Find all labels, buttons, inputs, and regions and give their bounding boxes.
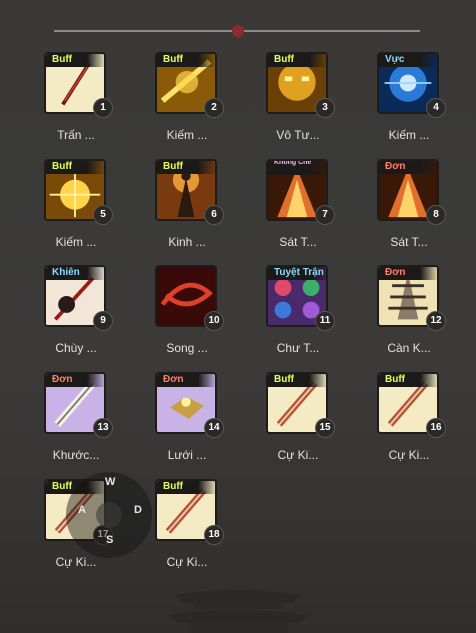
skill-number-badge: 2 bbox=[204, 98, 224, 118]
skill-slot[interactable]: Đơn 8 Sát T... bbox=[333, 159, 446, 269]
skill-number-badge: 10 bbox=[204, 311, 224, 331]
skill-number-badge: 3 bbox=[315, 98, 335, 118]
skill-slot[interactable]: Buff 5 Kiếm ... bbox=[0, 159, 113, 269]
skill-name-label: Trấn ... bbox=[57, 128, 95, 142]
skill-slot[interactable]: Buff 3 Vô Tư... bbox=[222, 52, 335, 162]
skill-name-label: Kiếm ... bbox=[388, 128, 430, 142]
skill-type-tag: Tuyệt Trận bbox=[268, 267, 326, 280]
skill-slot[interactable]: Đơn 14 Lưới ... bbox=[111, 372, 224, 482]
skill-name-label: Kiếm ... bbox=[55, 235, 97, 249]
skill-name-label: Kiếm ... bbox=[166, 128, 208, 142]
skill-type-tag: Buff bbox=[157, 161, 215, 174]
skill-name-label: Sát T... bbox=[390, 235, 428, 249]
skill-name-label: Cự Ki... bbox=[166, 555, 208, 569]
skill-slot[interactable]: Buff 1 Trấn ... bbox=[0, 52, 113, 162]
skill-name-label: Lưới ... bbox=[167, 448, 207, 462]
skill-name-label: Chùy ... bbox=[55, 341, 97, 355]
skill-type-tag: Buff bbox=[268, 374, 326, 387]
skill-slot[interactable]: Vực 4 Kiếm ... bbox=[333, 52, 446, 162]
skill-slot[interactable]: Khống Chế 7 Sát T... bbox=[222, 159, 335, 269]
joystick-key-left: A bbox=[78, 504, 86, 516]
skill-slot[interactable]: Buff 2 Kiếm ... bbox=[111, 52, 224, 162]
skill-slot[interactable]: Đơn 12 Càn K... bbox=[333, 265, 446, 375]
skill-name-label: Càn K... bbox=[387, 341, 431, 355]
skill-type-tag: Buff bbox=[268, 54, 326, 67]
skill-type-tag: Khống Chế bbox=[268, 161, 326, 175]
skill-slot[interactable]: Tuyệt Trận 11 Chư T... bbox=[222, 265, 335, 375]
skill-number-badge: 1 bbox=[93, 98, 113, 118]
joystick-key-up: W bbox=[105, 476, 116, 488]
skill-name-label: Song ... bbox=[166, 341, 208, 355]
virtual-joystick[interactable]: W A D S bbox=[66, 472, 152, 558]
skill-number-badge: 6 bbox=[204, 205, 224, 225]
skill-type-tag: Đơn bbox=[379, 267, 437, 280]
skill-type-tag: Đơn bbox=[157, 374, 215, 387]
skill-slot[interactable]: 10 Song ... bbox=[111, 265, 224, 375]
skill-grid: Buff 1 Trấn ... Buff 2 Kiếm ... Buff 3 Vô Tư... V… bbox=[0, 0, 476, 633]
skill-number-badge: 5 bbox=[93, 205, 113, 225]
joystick-thumb[interactable] bbox=[96, 502, 122, 528]
skill-number-badge: 9 bbox=[93, 311, 113, 331]
skill-number-badge: 7 bbox=[315, 205, 335, 225]
skill-number-badge: 4 bbox=[426, 98, 446, 118]
skill-type-tag: Buff bbox=[157, 54, 215, 67]
skill-name-label: Vô Tư... bbox=[276, 128, 320, 142]
skill-number-badge: 11 bbox=[315, 311, 335, 331]
skill-slot[interactable]: Buff 6 Kinh ... bbox=[111, 159, 224, 269]
skill-name-label: Cự Ki... bbox=[388, 448, 430, 462]
skill-type-tag: Đơn bbox=[379, 161, 437, 174]
skill-name-label: Sát T... bbox=[279, 235, 317, 249]
skill-number-badge: 14 bbox=[204, 418, 224, 438]
skill-name-label: Chư T... bbox=[276, 341, 320, 355]
pagoda-roof-decoration bbox=[168, 590, 308, 633]
joystick-key-down: S bbox=[106, 534, 114, 546]
skill-type-tag: Buff bbox=[157, 481, 215, 494]
skill-number-badge: 12 bbox=[426, 311, 446, 331]
skill-name-label: Khước... bbox=[52, 448, 100, 462]
skill-number-badge: 15 bbox=[315, 418, 335, 438]
skill-slot[interactable]: Buff 15 Cự Ki... bbox=[222, 372, 335, 482]
skill-number-badge: 16 bbox=[426, 418, 446, 438]
skill-slot[interactable]: Buff 16 Cự Ki... bbox=[333, 372, 446, 482]
joystick-key-right: D bbox=[134, 504, 142, 516]
skill-slot[interactable]: Đơn 13 Khước... bbox=[0, 372, 113, 482]
skill-number-badge: 18 bbox=[204, 525, 224, 545]
skill-name-label: Cự Ki... bbox=[277, 448, 319, 462]
skill-number-badge: 8 bbox=[426, 205, 446, 225]
skill-number-badge: 13 bbox=[93, 418, 113, 438]
skill-type-tag: Buff bbox=[46, 161, 104, 174]
skill-type-tag: Khiên bbox=[46, 267, 104, 280]
skill-slot[interactable]: Khiên 9 Chùy ... bbox=[0, 265, 113, 375]
skill-type-tag: Vực bbox=[379, 54, 437, 67]
skill-name-label: Kinh ... bbox=[168, 235, 206, 249]
skill-type-tag: Buff bbox=[46, 54, 104, 67]
skill-type-tag: Đơn bbox=[46, 374, 104, 387]
skill-type-tag: Buff bbox=[379, 374, 437, 387]
